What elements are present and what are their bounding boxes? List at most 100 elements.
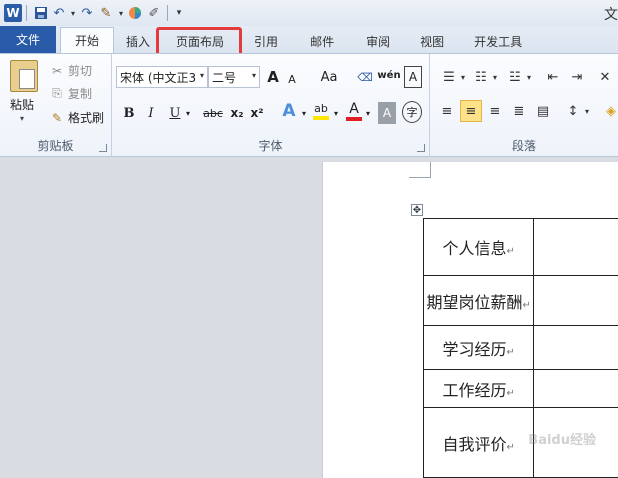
chevron-down-icon: ▾: [252, 71, 256, 80]
tab-review[interactable]: 审阅: [346, 29, 402, 53]
character-border-button[interactable]: A: [404, 66, 422, 88]
table-cell-label[interactable]: 学习经历↵: [424, 326, 534, 370]
chevron-down-icon: ▾: [200, 71, 204, 80]
increase-indent-icon[interactable]: ⇥: [566, 66, 588, 88]
distributed-icon[interactable]: ▤: [532, 100, 554, 122]
clipboard-launcher-icon[interactable]: [99, 144, 107, 152]
table-cell-value[interactable]: [534, 370, 618, 408]
table-cell-label[interactable]: 自我评价↵: [424, 408, 534, 478]
paste-icon[interactable]: [10, 60, 38, 92]
word-logo-icon[interactable]: W: [4, 4, 22, 22]
tab-developer[interactable]: 开发工具: [456, 29, 534, 53]
table-cell-value[interactable]: [534, 326, 618, 370]
table-row: 期望岗位薪酬↵: [424, 276, 618, 326]
bullets-icon[interactable]: ☰: [438, 66, 460, 88]
line-spacing-dropdown-icon[interactable]: ▾: [582, 100, 592, 122]
table-cell-label[interactable]: 期望岗位薪酬↵: [424, 276, 534, 326]
shading-icon[interactable]: ◈: [600, 100, 618, 122]
align-center-icon[interactable]: ≡: [460, 100, 482, 122]
align-left-icon[interactable]: ≡: [436, 100, 458, 122]
font-color-dropdown-icon[interactable]: ▾: [364, 102, 372, 124]
paragraph-mark: ↵: [507, 388, 515, 399]
table-cell-value[interactable]: [534, 219, 618, 276]
superscript-button[interactable]: x²: [248, 102, 266, 124]
cut-button[interactable]: ✂ 剪切: [50, 62, 92, 79]
table-cell-label[interactable]: 个人信息↵: [424, 219, 534, 276]
font-launcher-icon[interactable]: [417, 144, 425, 152]
italic-button[interactable]: I: [142, 102, 160, 124]
brush-icon[interactable]: ✎: [97, 3, 115, 23]
underline-dropdown-icon[interactable]: ▾: [184, 102, 192, 124]
tab-page-layout[interactable]: 页面布局: [162, 29, 236, 53]
numbering-icon[interactable]: ☷: [470, 66, 492, 88]
font-name-combo[interactable]: 宋体 (中文正3 ▾: [116, 66, 208, 88]
undo-dropdown-icon[interactable]: ▾: [69, 3, 77, 23]
color-wheel-icon[interactable]: [127, 3, 143, 23]
document-page[interactable]: ✥ 个人信息↵ 期望岗位薪酬↵ 学习经历↵ 工作经历↵ 自我评价↵: [322, 162, 618, 478]
justify-icon[interactable]: ≣: [508, 100, 530, 122]
bold-button[interactable]: B: [120, 102, 138, 124]
format-painter-label: 格式刷: [68, 109, 104, 126]
numbering-dropdown-icon[interactable]: ▾: [490, 66, 500, 88]
customize-qat-icon[interactable]: ▾: [174, 3, 184, 23]
grow-font-button[interactable]: A: [264, 66, 282, 88]
tab-file[interactable]: 文件: [0, 26, 56, 53]
tab-references[interactable]: 引用: [236, 29, 290, 53]
text-effects-button[interactable]: A: [278, 100, 300, 122]
clipboard-group-label: 剪贴板: [0, 137, 111, 154]
text-effects-dropdown-icon[interactable]: ▾: [300, 102, 308, 124]
brush-dropdown-icon[interactable]: ▾: [117, 3, 125, 23]
font-color-swatch: [346, 117, 362, 121]
font-size-combo[interactable]: 二号 ▾: [208, 66, 260, 88]
paragraph-group: ☰ ▾ ☷ ▾ ☳ ▾ ⇤ ⇥ ✕ ≡ ≡ ≡ ≣ ▤ ↕ ▾ ◈ 段落: [430, 54, 618, 157]
paragraph-group-label: 段落: [430, 137, 618, 154]
undo-icon[interactable]: ↶: [51, 3, 67, 23]
qat-divider: [26, 5, 27, 21]
paste-button[interactable]: 粘贴: [10, 96, 34, 113]
cell-text: 自我评价: [442, 435, 506, 454]
asian-layout-icon[interactable]: ✕: [594, 66, 616, 88]
change-case-button[interactable]: Aa: [316, 66, 342, 88]
paragraph-mark: ↵: [507, 442, 515, 453]
margin-corner-mark: [409, 162, 431, 178]
subscript-button[interactable]: x₂: [228, 102, 246, 124]
decrease-indent-icon[interactable]: ⇤: [542, 66, 564, 88]
tab-view[interactable]: 视图: [402, 29, 456, 53]
copy-button[interactable]: ⎘ 复制: [50, 85, 92, 102]
cell-text: 期望岗位薪酬: [426, 293, 522, 312]
shrink-font-button[interactable]: A: [284, 68, 300, 90]
underline-button[interactable]: U: [166, 102, 184, 124]
multilevel-dropdown-icon[interactable]: ▾: [524, 66, 534, 88]
enclose-characters-button[interactable]: 字: [402, 101, 422, 123]
draw-icon[interactable]: ✐: [145, 3, 163, 23]
clear-format-icon[interactable]: ⌫: [356, 66, 374, 88]
document-area[interactable]: ✥ 个人信息↵ 期望岗位薪酬↵ 学习经历↵ 工作经历↵ 自我评价↵: [0, 158, 618, 474]
table-cell-value[interactable]: [534, 276, 618, 326]
table-row: 个人信息↵: [424, 219, 618, 276]
format-painter-button[interactable]: ✎ 格式刷: [50, 109, 104, 126]
tab-mailings[interactable]: 邮件: [290, 29, 346, 53]
redo-icon[interactable]: ↷: [79, 3, 95, 23]
font-group-label: 字体: [112, 137, 429, 154]
window-title: 文: [604, 4, 618, 24]
multilevel-list-icon[interactable]: ☳: [504, 66, 526, 88]
save-icon[interactable]: [33, 3, 49, 23]
line-spacing-icon[interactable]: ↕: [562, 100, 584, 122]
tab-insert[interactable]: 插入: [114, 29, 162, 53]
table-move-handle-icon[interactable]: ✥: [411, 204, 423, 216]
copy-icon: ⎘: [50, 86, 64, 101]
highlight-swatch: [313, 116, 329, 120]
character-shading-button[interactable]: A: [378, 102, 396, 124]
strikethrough-button[interactable]: abc: [200, 102, 226, 124]
table-cell-label[interactable]: 工作经历↵: [424, 370, 534, 408]
font-color-button[interactable]: A: [344, 100, 364, 122]
align-right-icon[interactable]: ≡: [484, 100, 506, 122]
table-row: 工作经历↵: [424, 370, 618, 408]
highlight-dropdown-icon[interactable]: ▾: [332, 102, 340, 124]
tab-home[interactable]: 开始: [60, 27, 114, 53]
phonetic-guide-button[interactable]: wén: [376, 64, 402, 86]
ribbon-tabs: 文件 开始 插入 页面布局 引用 邮件 审阅 视图 开发工具: [0, 26, 618, 53]
paste-dropdown-icon[interactable]: ▾: [20, 114, 24, 123]
highlight-color-button[interactable]: ab: [310, 100, 332, 122]
bullets-dropdown-icon[interactable]: ▾: [458, 66, 468, 88]
